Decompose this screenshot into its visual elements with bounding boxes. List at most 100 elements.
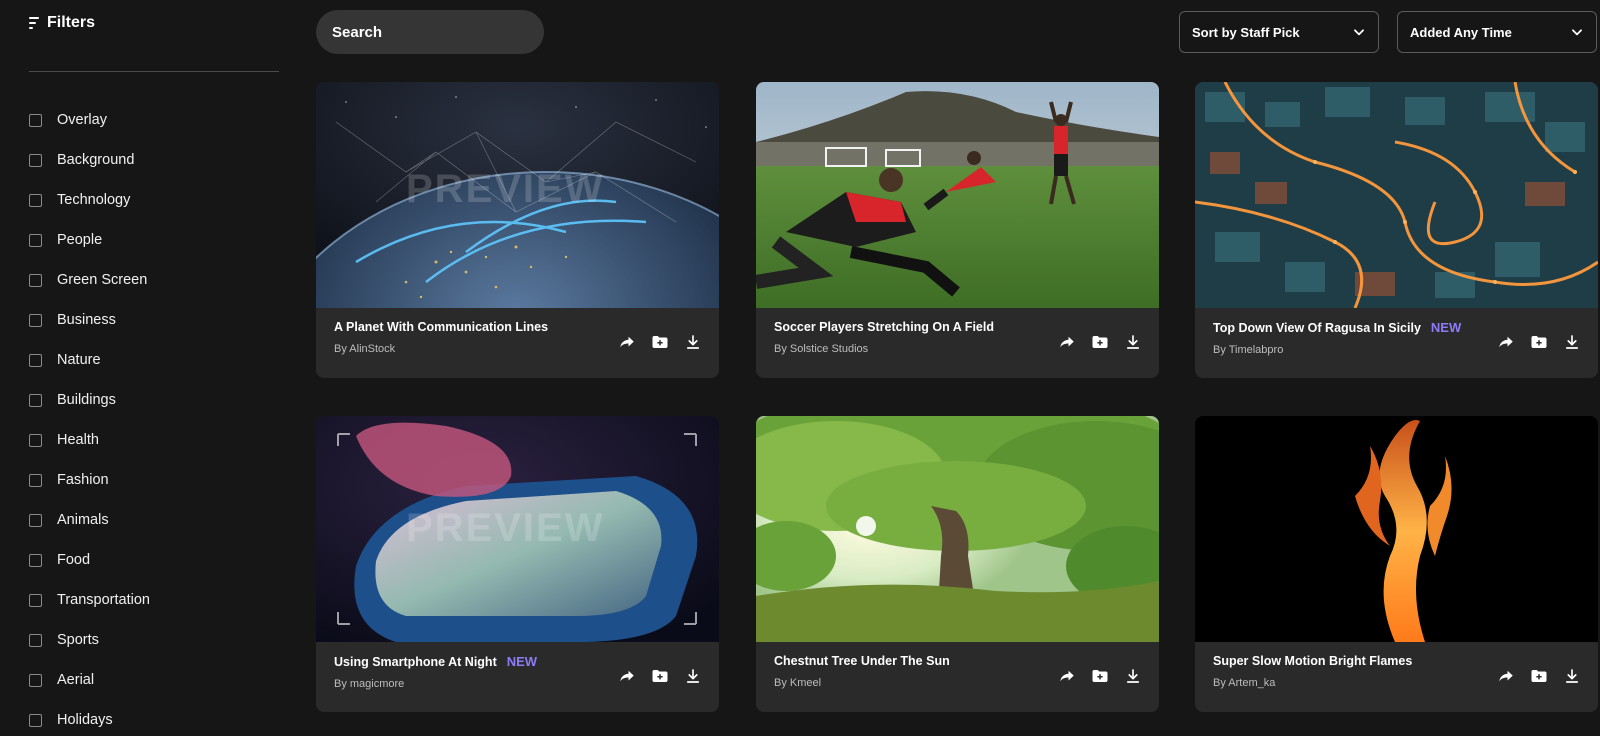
filter-label: Green Screen bbox=[57, 272, 148, 288]
filter-checkbox[interactable] bbox=[29, 473, 42, 487]
filter-item-sports[interactable]: Sports bbox=[29, 620, 150, 660]
add-to-folder-button[interactable] bbox=[1529, 332, 1549, 352]
video-card[interactable]: Chestnut Tree Under The Sun By Kmeel bbox=[756, 416, 1159, 712]
chevron-down-icon bbox=[1572, 29, 1582, 36]
filter-item-background[interactable]: Background bbox=[29, 140, 150, 180]
folder-plus-icon bbox=[1092, 670, 1108, 682]
video-thumbnail[interactable]: PREVIEW bbox=[316, 82, 719, 308]
filter-checkbox[interactable] bbox=[29, 713, 42, 727]
download-button[interactable] bbox=[683, 332, 703, 352]
search-input[interactable] bbox=[332, 23, 533, 41]
filter-checkbox[interactable] bbox=[29, 513, 42, 527]
card-author[interactable]: By AlinStock bbox=[334, 343, 599, 355]
download-button[interactable] bbox=[1562, 332, 1582, 352]
filter-checkbox[interactable] bbox=[29, 273, 42, 287]
video-card[interactable]: Soccer Players Stretching On A Field By … bbox=[756, 82, 1159, 378]
folder-plus-icon bbox=[1531, 670, 1547, 682]
filter-checkbox[interactable] bbox=[29, 633, 42, 647]
search-box[interactable] bbox=[316, 10, 544, 54]
filter-checkbox[interactable] bbox=[29, 553, 42, 567]
filters-header[interactable]: Filters bbox=[29, 12, 95, 34]
share-icon bbox=[1499, 336, 1513, 348]
filter-item-green-screen[interactable]: Green Screen bbox=[29, 260, 150, 300]
card-title[interactable]: Soccer Players Stretching On A Field bbox=[774, 320, 994, 334]
filter-checkbox[interactable] bbox=[29, 673, 42, 687]
share-button[interactable] bbox=[617, 332, 637, 352]
filter-checkbox[interactable] bbox=[29, 233, 42, 247]
filter-item-holidays[interactable]: Holidays bbox=[29, 700, 150, 736]
download-icon bbox=[1126, 335, 1140, 349]
card-author[interactable]: By Kmeel bbox=[774, 677, 1039, 689]
card-title[interactable]: Using Smartphone At Night bbox=[334, 655, 497, 669]
download-button[interactable] bbox=[1123, 332, 1143, 352]
card-actions bbox=[617, 332, 703, 352]
filter-checkbox[interactable] bbox=[29, 153, 42, 167]
filters-title: Filters bbox=[47, 14, 96, 31]
download-button[interactable] bbox=[1562, 666, 1582, 686]
card-info: Chestnut Tree Under The Sun By Kmeel bbox=[774, 654, 1039, 689]
filter-item-aerial[interactable]: Aerial bbox=[29, 660, 150, 700]
card-title[interactable]: Chestnut Tree Under The Sun bbox=[774, 654, 950, 668]
filter-item-nature[interactable]: Nature bbox=[29, 340, 150, 380]
filter-item-transportation[interactable]: Transportation bbox=[29, 580, 150, 620]
video-card[interactable]: Super Slow Motion Bright Flames By Artem… bbox=[1195, 416, 1598, 712]
video-thumbnail[interactable]: PREVIEW bbox=[316, 416, 719, 642]
add-to-folder-button[interactable] bbox=[1090, 332, 1110, 352]
filter-label: Holidays bbox=[57, 712, 113, 728]
filter-item-overlay[interactable]: Overlay bbox=[29, 100, 150, 140]
filter-item-animals[interactable]: Animals bbox=[29, 500, 150, 540]
card-title-row: Super Slow Motion Bright Flames bbox=[1213, 654, 1478, 668]
download-button[interactable] bbox=[683, 666, 703, 686]
filter-checkbox[interactable] bbox=[29, 433, 42, 447]
share-icon bbox=[620, 336, 634, 348]
video-thumbnail[interactable] bbox=[756, 82, 1159, 308]
sort-dropdown[interactable]: Sort by Staff Pick bbox=[1179, 11, 1379, 53]
add-to-folder-button[interactable] bbox=[1090, 666, 1110, 686]
filter-item-health[interactable]: Health bbox=[29, 420, 150, 460]
video-thumbnail[interactable] bbox=[756, 416, 1159, 642]
add-to-folder-button[interactable] bbox=[1529, 666, 1549, 686]
card-author[interactable]: By Timelabpro bbox=[1213, 344, 1478, 356]
card-author[interactable]: By Solstice Studios bbox=[774, 343, 1039, 355]
filter-item-business[interactable]: Business bbox=[29, 300, 150, 340]
filter-label: Aerial bbox=[57, 672, 95, 688]
filter-label: Health bbox=[57, 432, 99, 448]
add-to-folder-button[interactable] bbox=[650, 332, 670, 352]
card-title[interactable]: Top Down View Of Ragusa In Sicily bbox=[1213, 321, 1421, 335]
filter-item-buildings[interactable]: Buildings bbox=[29, 380, 150, 420]
card-info: Super Slow Motion Bright Flames By Artem… bbox=[1213, 654, 1478, 689]
video-thumbnail[interactable] bbox=[1195, 416, 1598, 642]
share-button[interactable] bbox=[1057, 332, 1077, 352]
share-icon bbox=[620, 670, 634, 682]
filter-label: Animals bbox=[57, 512, 109, 528]
card-info: A Planet With Communication Lines By Ali… bbox=[334, 320, 599, 355]
time-dropdown[interactable]: Added Any Time bbox=[1397, 11, 1597, 53]
share-button[interactable] bbox=[1496, 332, 1516, 352]
filter-checkbox[interactable] bbox=[29, 113, 42, 127]
video-card[interactable]: PREVIEW Using Smartphone At Night NEW By… bbox=[316, 416, 719, 712]
add-to-folder-button[interactable] bbox=[650, 666, 670, 686]
card-author[interactable]: By Artem_ka bbox=[1213, 677, 1478, 689]
share-button[interactable] bbox=[617, 666, 637, 686]
new-badge: NEW bbox=[1430, 320, 1462, 335]
card-actions bbox=[617, 666, 703, 686]
video-card[interactable]: Top Down View Of Ragusa In Sicily NEW By… bbox=[1195, 82, 1598, 378]
share-button[interactable] bbox=[1057, 666, 1077, 686]
video-thumbnail[interactable] bbox=[1195, 82, 1598, 308]
card-title[interactable]: Super Slow Motion Bright Flames bbox=[1213, 654, 1412, 668]
filter-checkbox[interactable] bbox=[29, 193, 42, 207]
filter-item-fashion[interactable]: Fashion bbox=[29, 460, 150, 500]
filter-item-people[interactable]: People bbox=[29, 220, 150, 260]
video-card[interactable]: PREVIEW A Planet With Communication Line… bbox=[316, 82, 719, 378]
filter-checkbox[interactable] bbox=[29, 313, 42, 327]
share-button[interactable] bbox=[1496, 666, 1516, 686]
filter-checkbox[interactable] bbox=[29, 353, 42, 367]
card-author[interactable]: By magicmore bbox=[334, 678, 599, 690]
filter-item-food[interactable]: Food bbox=[29, 540, 150, 580]
card-title[interactable]: A Planet With Communication Lines bbox=[334, 320, 548, 334]
filter-checkbox[interactable] bbox=[29, 593, 42, 607]
download-button[interactable] bbox=[1123, 666, 1143, 686]
filter-item-technology[interactable]: Technology bbox=[29, 180, 150, 220]
new-badge: NEW bbox=[506, 654, 538, 669]
filter-checkbox[interactable] bbox=[29, 393, 42, 407]
